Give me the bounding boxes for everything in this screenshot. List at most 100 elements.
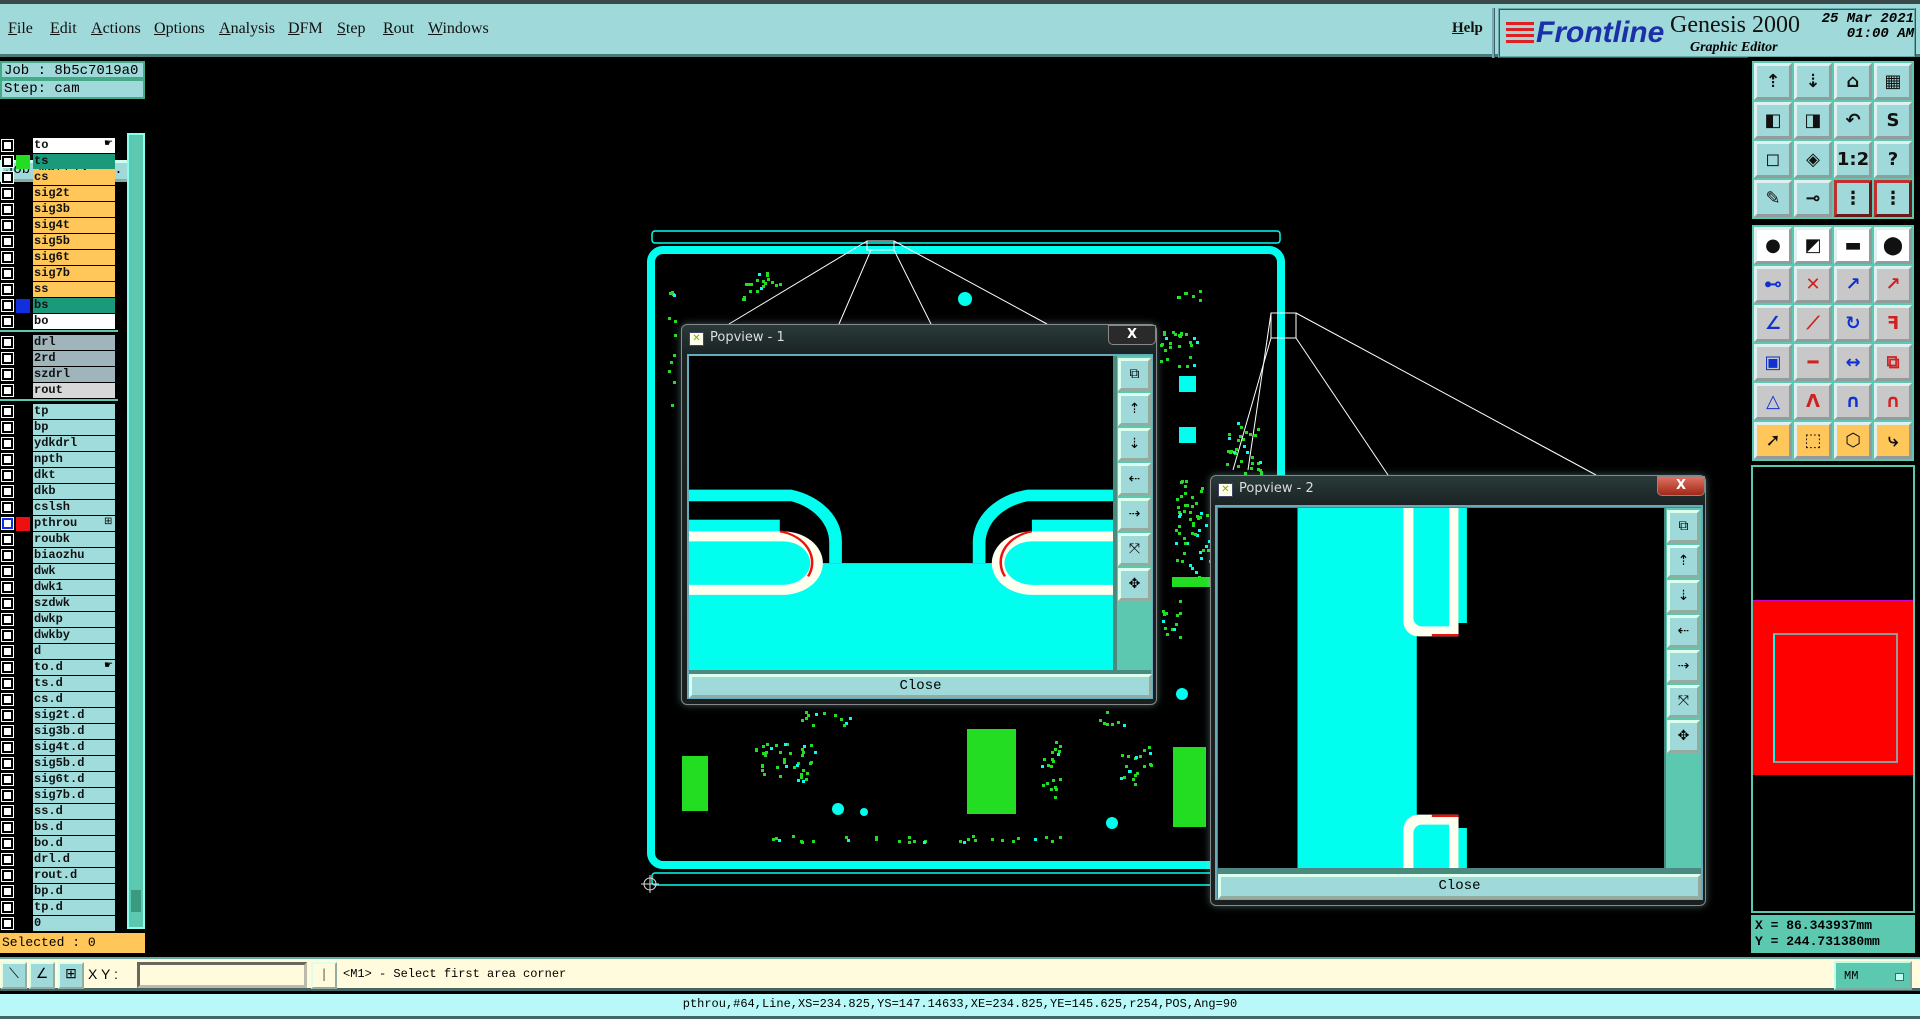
component-chip (967, 729, 1016, 814)
move-to-pad-icon[interactable]: ↗ (1834, 266, 1872, 303)
line-move-icon[interactable]: ⟋ (1794, 305, 1832, 342)
help-icon[interactable]: ? (1874, 141, 1912, 178)
zoom-layer-up-icon[interactable]: ⇡ (1754, 63, 1792, 100)
pan-right-icon[interactable]: ◨ (1794, 102, 1832, 139)
arc-bridge-icon[interactable]: ∩ (1834, 383, 1872, 420)
net-highlight-alt-icon[interactable]: ⋮ (1874, 180, 1912, 217)
component-pad (1180, 333, 1183, 336)
zoomed-artwork (689, 489, 1113, 670)
snap-pad-icon[interactable]: ▣ (1754, 344, 1792, 381)
component-pad (908, 841, 911, 844)
component-pad (1169, 346, 1172, 349)
snap-icon[interactable]: ⊸ (1794, 180, 1832, 217)
select-area-icon[interactable]: ◩ (1794, 227, 1832, 264)
component-pad (1012, 840, 1015, 843)
component-pad (766, 743, 769, 746)
pan-up-icon[interactable]: ⇡ (1118, 393, 1151, 426)
select-box-icon[interactable]: ⬚ (1794, 422, 1832, 459)
pan-left-icon[interactable]: ⇠ (1118, 463, 1151, 496)
overview-map[interactable] (1751, 465, 1915, 913)
select-net-icon[interactable]: ⤷ (1874, 422, 1912, 459)
component-pad (810, 744, 813, 747)
component-pad (1192, 524, 1195, 527)
fit-all-icon[interactable]: ◻ (1754, 141, 1792, 178)
zoom-in-icon[interactable]: ⤧ (1118, 533, 1151, 566)
zoom-window-icon[interactable]: ⧉ (1667, 510, 1700, 543)
component-pad (756, 279, 759, 282)
view-tools: ⇡ ⇣ ⌂ ▦ ◧ ◨ ↶ S ◻ ◈ 1:2? ✎ ⊸ ⋮ ⋮ (1752, 61, 1914, 219)
component-pad (1134, 783, 1137, 786)
xy-input[interactable] (137, 962, 307, 988)
pan-down-icon[interactable]: ⇣ (1667, 580, 1700, 613)
zoom-in-icon[interactable]: ⤧ (1667, 685, 1700, 718)
component-pad (991, 838, 994, 841)
arc-cross-icon[interactable]: ∩ (1874, 383, 1912, 420)
pad-icon[interactable]: ⬤ (1874, 227, 1912, 264)
zoom-out-icon[interactable]: ✥ (1118, 568, 1151, 601)
delete-node-icon[interactable]: ✕ (1794, 266, 1832, 303)
component-pad (1199, 299, 1202, 302)
close-button[interactable]: Close (689, 674, 1152, 698)
pan-left-icon[interactable]: ⇠ (1667, 615, 1700, 648)
net-highlight-icon[interactable]: ⋮ (1834, 180, 1872, 217)
snap-mode-icon[interactable]: ⟍ (1, 962, 27, 989)
component-pad (974, 839, 977, 842)
pan-left-icon[interactable]: ◧ (1754, 102, 1792, 139)
grid-xy-icon[interactable]: ▦ (1874, 63, 1912, 100)
component-pad (1193, 337, 1196, 340)
units-selector[interactable]: MM (1834, 961, 1912, 990)
component-pad (668, 370, 671, 373)
home-icon[interactable]: ⌂ (1834, 63, 1872, 100)
popview-title: Popview - 2 (1239, 481, 1314, 496)
window-close-button[interactable]: X (1657, 476, 1705, 496)
dimension-icon[interactable]: ↔ (1834, 344, 1872, 381)
window-close-button[interactable]: X (1108, 325, 1156, 345)
arc-triangle-icon[interactable]: △ (1754, 383, 1792, 420)
mirror-icon[interactable]: ꟻ (1874, 305, 1912, 342)
component-pad (1200, 512, 1203, 515)
pan-down-icon[interactable]: ⇣ (1118, 428, 1151, 461)
component-pad (1166, 358, 1169, 361)
select-pointer-icon[interactable]: ➚ (1754, 422, 1792, 459)
angle-mode-icon[interactable]: ∠ (29, 962, 55, 989)
fit-profile-icon[interactable]: ◈ (1794, 141, 1832, 178)
pan-up-icon[interactable]: ⇡ (1667, 545, 1700, 578)
measure-ruler-icon[interactable]: ▬ (1834, 227, 1872, 264)
zoom-out-icon[interactable]: ✥ (1667, 720, 1700, 753)
popview-canvas[interactable] (689, 356, 1113, 670)
zoom-window-icon[interactable]: ⧉ (1118, 358, 1151, 391)
component-pad (1237, 422, 1240, 425)
tools-palette-icon[interactable]: ✎ (1754, 180, 1792, 217)
component-pad (1195, 502, 1198, 505)
zoom-layer-down-icon[interactable]: ⇣ (1794, 63, 1832, 100)
pan-right-icon[interactable]: ⇢ (1667, 650, 1700, 683)
component-pad (815, 713, 818, 716)
scale-1-2-icon[interactable]: 1:2 (1834, 141, 1872, 178)
component-pad (756, 290, 759, 293)
component-pad (1166, 633, 1169, 636)
undo-view-icon[interactable]: ↶ (1834, 102, 1872, 139)
component-pad (1052, 779, 1055, 782)
component-pad (805, 778, 808, 781)
route-snake-icon[interactable]: S (1874, 102, 1912, 139)
rotate-icon[interactable]: ↻ (1834, 305, 1872, 342)
component-pad (923, 841, 926, 844)
grid-mode-icon[interactable]: ⊞ (58, 962, 84, 989)
pads-group-icon[interactable]: ⧉ (1874, 344, 1912, 381)
pan-right-icon[interactable]: ⇢ (1118, 498, 1151, 531)
move-pad-icon[interactable]: ↗ (1874, 266, 1912, 303)
add-feature-icon[interactable]: ● (1754, 227, 1792, 264)
popview-canvas[interactable] (1218, 508, 1664, 868)
component-pad (1192, 295, 1195, 298)
line-angle-icon[interactable]: ∠ (1754, 305, 1792, 342)
connect-nodes-icon[interactable]: ⊷ (1754, 266, 1792, 303)
command-bar: ⟍ ∠ ⊞ X Y : | <M1> - Select first area c… (0, 957, 1920, 991)
select-polygon-icon[interactable]: ⬡ (1834, 422, 1872, 459)
component-pad (800, 776, 803, 779)
zoomed-artwork (1297, 508, 1467, 868)
arc-peak-icon[interactable]: Λ (1794, 383, 1832, 420)
line-segment-icon[interactable]: ━ (1794, 344, 1832, 381)
info-button[interactable]: | (311, 962, 337, 989)
component-pad (1243, 445, 1246, 448)
close-button[interactable]: Close (1218, 874, 1701, 899)
